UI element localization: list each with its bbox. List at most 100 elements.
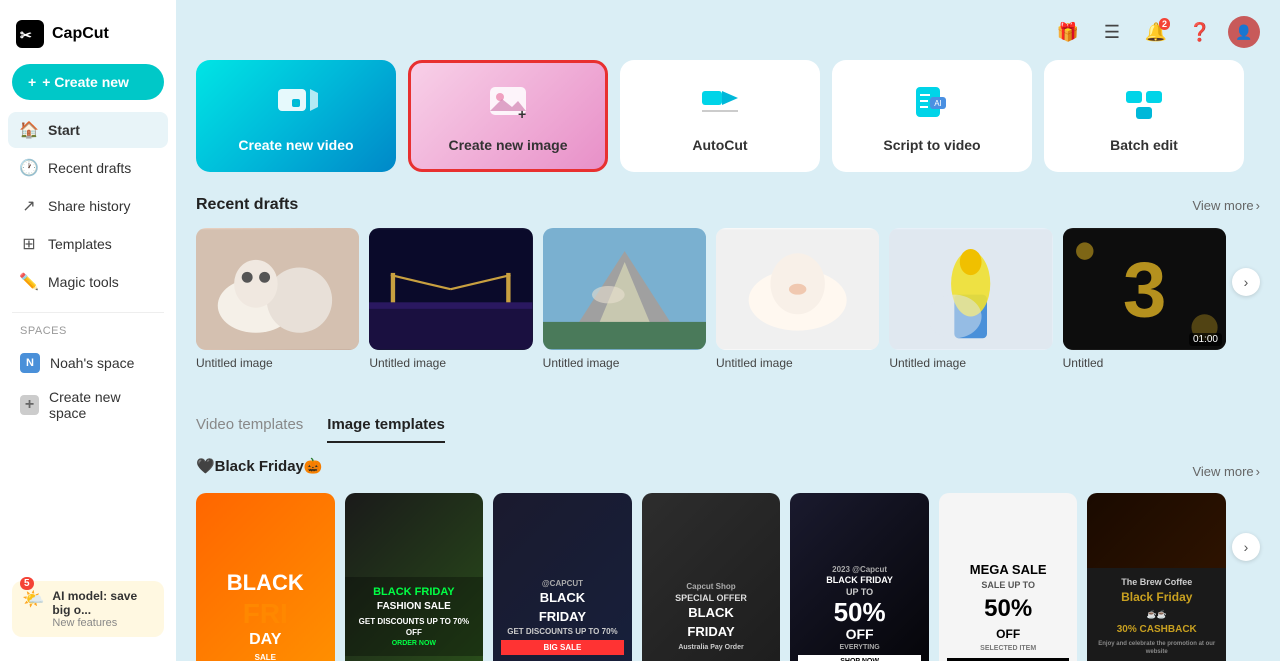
create-image-card[interactable]: + Create new image xyxy=(408,60,608,172)
ai-model-sub: New features xyxy=(52,617,154,629)
main-content: 🎁 ☰ 🔔 2 ❓ 👤 + Create new video xyxy=(176,0,1280,661)
sidebar-item-magic-tools[interactable]: ✏️ Magic tools xyxy=(8,264,168,300)
template-item[interactable]: Capcut Shop SPECIAL OFFER BLACK FRIDAY A… xyxy=(642,493,781,661)
notification-icon[interactable]: 🔔 2 xyxy=(1140,16,1172,48)
space-avatar: N xyxy=(20,353,40,373)
bf-section-header: 🖤Black Friday🎃 View more › xyxy=(196,457,1260,485)
template-thumbnail: BLACK FRI DAY SALE xyxy=(196,493,335,661)
action-cards: + Create new video + Create new image xyxy=(196,60,1260,172)
template-thumbnail: @CAPCUT BLACK FRIDAY GET DISCOUNTS UP TO… xyxy=(493,493,632,661)
batch-icon xyxy=(1120,79,1168,127)
add-space-icon: + xyxy=(20,395,39,415)
draft-label: Untitled image xyxy=(716,356,879,370)
drafts-row: Untitled image Untitled image xyxy=(196,228,1260,394)
draft-thumbnail xyxy=(196,228,359,350)
tab-image-templates[interactable]: Image templates xyxy=(327,416,445,443)
draft-duration: 01:00 xyxy=(1189,333,1222,346)
recent-drafts-title: Recent drafts xyxy=(196,196,298,214)
magic-icon: ✏️ xyxy=(20,273,38,291)
draft-label: Untitled image xyxy=(889,356,1052,370)
template-item[interactable]: BLACK FRI DAY SALE Black Friday Workout … xyxy=(196,493,335,661)
space-item-noah[interactable]: N Noah's space xyxy=(8,345,168,381)
draft-item[interactable]: Untitled image xyxy=(196,228,359,370)
template-thumbnail: The Brew Coffee Black Friday ☕☕ 30% CASH… xyxy=(1087,493,1226,661)
sidebar-bottom: 5 🌤️ AI model: save big o... New feature… xyxy=(0,569,176,649)
templates-row: BLACK FRI DAY SALE Black Friday Workout … xyxy=(196,493,1260,661)
templates-section: Video templates Image templates 🖤Black F… xyxy=(196,416,1260,661)
draft-thumbnail xyxy=(716,228,879,350)
template-tabs: Video templates Image templates xyxy=(196,416,1260,443)
templates-view-more[interactable]: View more › xyxy=(1192,464,1260,479)
draft-thumbnail xyxy=(543,228,706,350)
help-icon[interactable]: ❓ xyxy=(1184,16,1216,48)
sidebar-item-start[interactable]: 🏠 Start xyxy=(8,112,168,148)
ai-sun-icon: 🌤️ xyxy=(22,589,44,610)
spaces-label: Spaces xyxy=(0,325,176,345)
svg-text:+: + xyxy=(294,99,299,108)
drafts-next-button[interactable]: › xyxy=(1232,268,1260,296)
space-name: Noah's space xyxy=(50,355,134,371)
create-new-button[interactable]: + + Create new xyxy=(12,64,164,100)
draft-label: Untitled image xyxy=(196,356,359,370)
ai-model-badge: 5 xyxy=(20,577,34,590)
create-video-card[interactable]: + Create new video xyxy=(196,60,396,172)
ai-model-title: AI model: save big o... xyxy=(52,589,154,617)
templates-next-button[interactable]: › xyxy=(1232,533,1260,561)
menu-icon[interactable]: ☰ xyxy=(1096,16,1128,48)
ai-model-notice[interactable]: 5 🌤️ AI model: save big o... New feature… xyxy=(12,581,164,637)
home-icon: 🏠 xyxy=(20,121,38,139)
chevron-right-icon: › xyxy=(1256,464,1260,479)
draft-item[interactable]: Untitled image xyxy=(369,228,532,370)
create-image-icon: + xyxy=(484,79,532,127)
template-item[interactable]: 2023 @Capcut BLACK FRIDAY UP TO 50% OFF … xyxy=(790,493,929,661)
script-label: Script to video xyxy=(883,137,980,153)
notification-badge: 2 xyxy=(1159,18,1170,30)
template-item[interactable]: The Brew Coffee Black Friday ☕☕ 30% CASH… xyxy=(1087,493,1226,661)
gift-icon[interactable]: 🎁 xyxy=(1052,16,1084,48)
draft-item[interactable]: 3 01:00 Untitled xyxy=(1063,228,1226,370)
sidebar-item-magic-tools-label: Magic tools xyxy=(48,274,119,290)
template-item[interactable]: BLACK FRIDAY FASHION SALE GET DISCOUNTS … xyxy=(345,493,484,661)
draft-item[interactable]: Untitled image xyxy=(543,228,706,370)
batch-label: Batch edit xyxy=(1110,137,1178,153)
draft-item[interactable]: Untitled image xyxy=(716,228,879,370)
sidebar-item-templates-label: Templates xyxy=(48,236,112,252)
drafts-nav: › xyxy=(1232,268,1260,296)
create-video-label: Create new video xyxy=(238,137,353,153)
tab-video-templates[interactable]: Video templates xyxy=(196,416,303,443)
draft-label: Untitled image xyxy=(369,356,532,370)
top-bar: 🎁 ☰ 🔔 2 ❓ 👤 xyxy=(196,16,1260,60)
clock-icon: 🕐 xyxy=(20,159,38,177)
script-to-video-card[interactable]: AI Script to video xyxy=(832,60,1032,172)
templates-grid: BLACK FRI DAY SALE Black Friday Workout … xyxy=(196,493,1226,661)
draft-label: Untitled xyxy=(1063,356,1226,370)
sidebar: ✂ CapCut + + Create new 🏠 Start 🕐 Recent… xyxy=(0,0,176,661)
recent-drafts-header: Recent drafts View more › xyxy=(196,196,1260,214)
template-thumbnail: 2023 @Capcut BLACK FRIDAY UP TO 50% OFF … xyxy=(790,493,929,661)
draft-item[interactable]: Untitled image xyxy=(889,228,1052,370)
template-thumbnail: BLACK FRIDAY FASHION SALE GET DISCOUNTS … xyxy=(345,493,484,661)
svg-text:AI: AI xyxy=(934,99,942,108)
user-avatar[interactable]: 👤 xyxy=(1228,16,1260,48)
template-thumbnail: Capcut Shop SPECIAL OFFER BLACK FRIDAY A… xyxy=(642,493,781,661)
create-new-space[interactable]: + Create new space xyxy=(8,381,168,429)
recent-drafts-view-more[interactable]: View more › xyxy=(1192,198,1260,213)
script-icon: AI xyxy=(908,79,956,127)
draft-thumbnail xyxy=(369,228,532,350)
batch-edit-card[interactable]: Batch edit xyxy=(1044,60,1244,172)
sidebar-item-templates[interactable]: ⊞ Templates xyxy=(8,226,168,262)
template-item[interactable]: MEGA SALE SALE UP TO 50% OFF SELECTED IT… xyxy=(939,493,1078,661)
autocut-icon xyxy=(696,79,744,127)
template-thumbnail: MEGA SALE SALE UP TO 50% OFF SELECTED IT… xyxy=(939,493,1078,661)
bf-label: 🖤Black Friday🎃 xyxy=(196,457,323,475)
svg-text:+: + xyxy=(518,106,526,122)
draft-thumbnail: 3 01:00 xyxy=(1063,228,1226,350)
chevron-right-icon: › xyxy=(1256,198,1260,213)
template-item[interactable]: @CAPCUT BLACK FRIDAY GET DISCOUNTS UP TO… xyxy=(493,493,632,661)
grid-icon: ⊞ xyxy=(20,235,38,253)
autocut-card[interactable]: AutoCut xyxy=(620,60,820,172)
draft-thumbnail xyxy=(889,228,1052,350)
sidebar-item-share-history[interactable]: ↗ Share history xyxy=(8,188,168,224)
autocut-label: AutoCut xyxy=(692,137,747,153)
sidebar-item-recent-drafts[interactable]: 🕐 Recent drafts xyxy=(8,150,168,186)
